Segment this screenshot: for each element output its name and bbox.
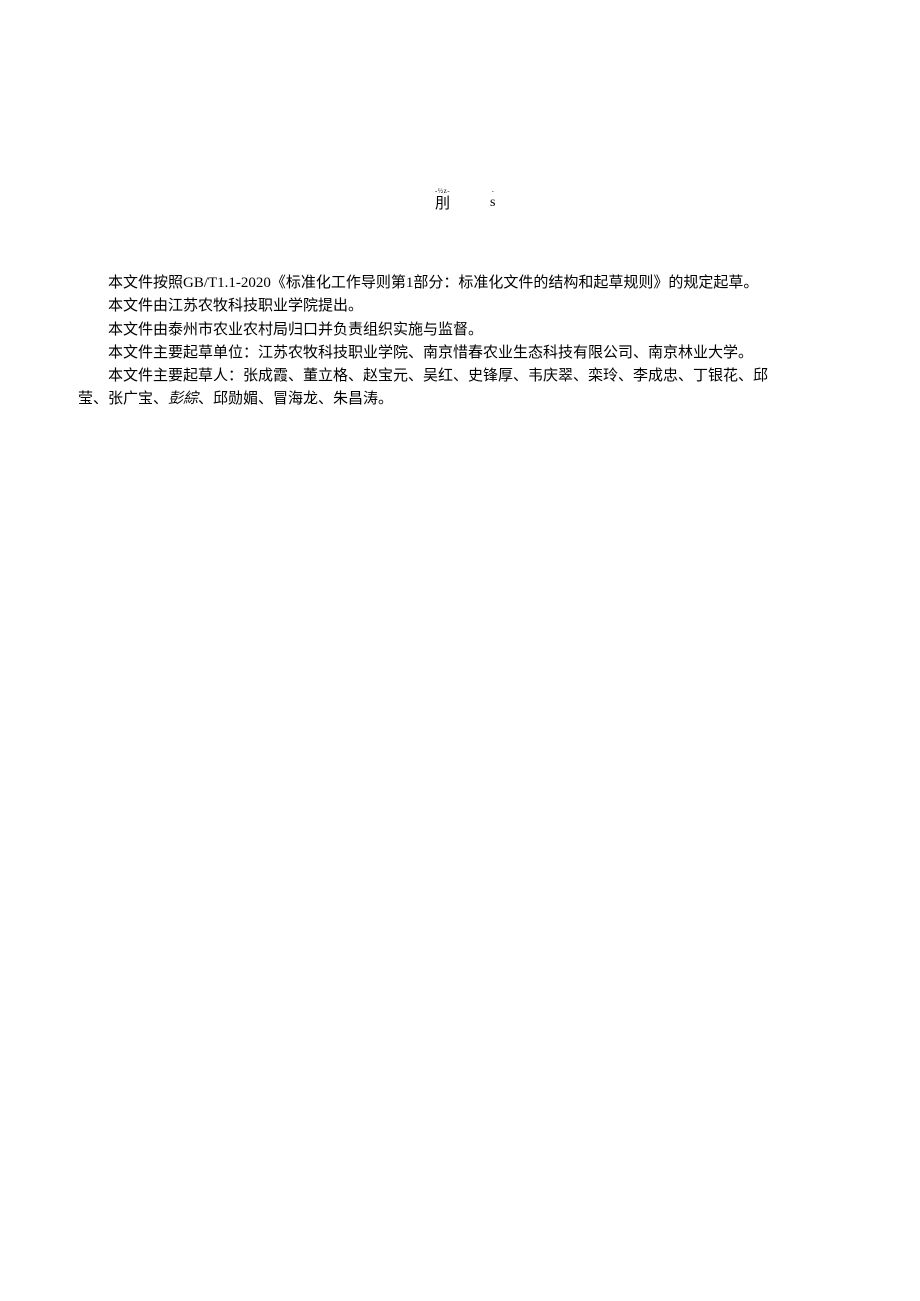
text-before-italic: 莹、张广宝、 (78, 391, 168, 407)
mark-1-top: -½z- (435, 187, 450, 195)
paragraph-4: 本文件主要起草单位：江苏农牧科技职业学院、南京惜春农业生态科技有限公司、南京林业… (78, 342, 870, 365)
text-after-italic: 、邱勋媚、冒海龙、朱昌涛。 (198, 391, 393, 407)
paragraph-5-line1: 本文件主要起草人：张成霞、董立格、赵宝元、吴红、史锋厚、韦庆翠、栾玲、李成忠、丁… (78, 365, 870, 388)
paragraph-5-line2: 莹、张广宝、彭綜、邱勋媚、冒海龙、朱昌涛。 (78, 388, 870, 411)
paragraph-3: 本文件由泰州市农业农村局归口并负责组织实施与监督。 (78, 319, 870, 342)
mark-1: -½z- 刖 (435, 187, 450, 213)
header-marks: -½z- 刖 - s (435, 187, 495, 213)
mark-2-bottom: s (490, 195, 495, 211)
mark-2: - s (490, 189, 495, 211)
paragraph-1: 本文件按照GB/T1.1-2020《标准化工作导则第1部分：标准化文件的结构和起… (78, 272, 870, 295)
mark-1-bottom: 刖 (435, 195, 450, 213)
italic-name: 彭綜 (168, 391, 198, 407)
document-content: 本文件按照GB/T1.1-2020《标准化工作导则第1部分：标准化文件的结构和起… (78, 272, 870, 412)
paragraph-2: 本文件由江苏农牧科技职业学院提出。 (78, 295, 870, 318)
